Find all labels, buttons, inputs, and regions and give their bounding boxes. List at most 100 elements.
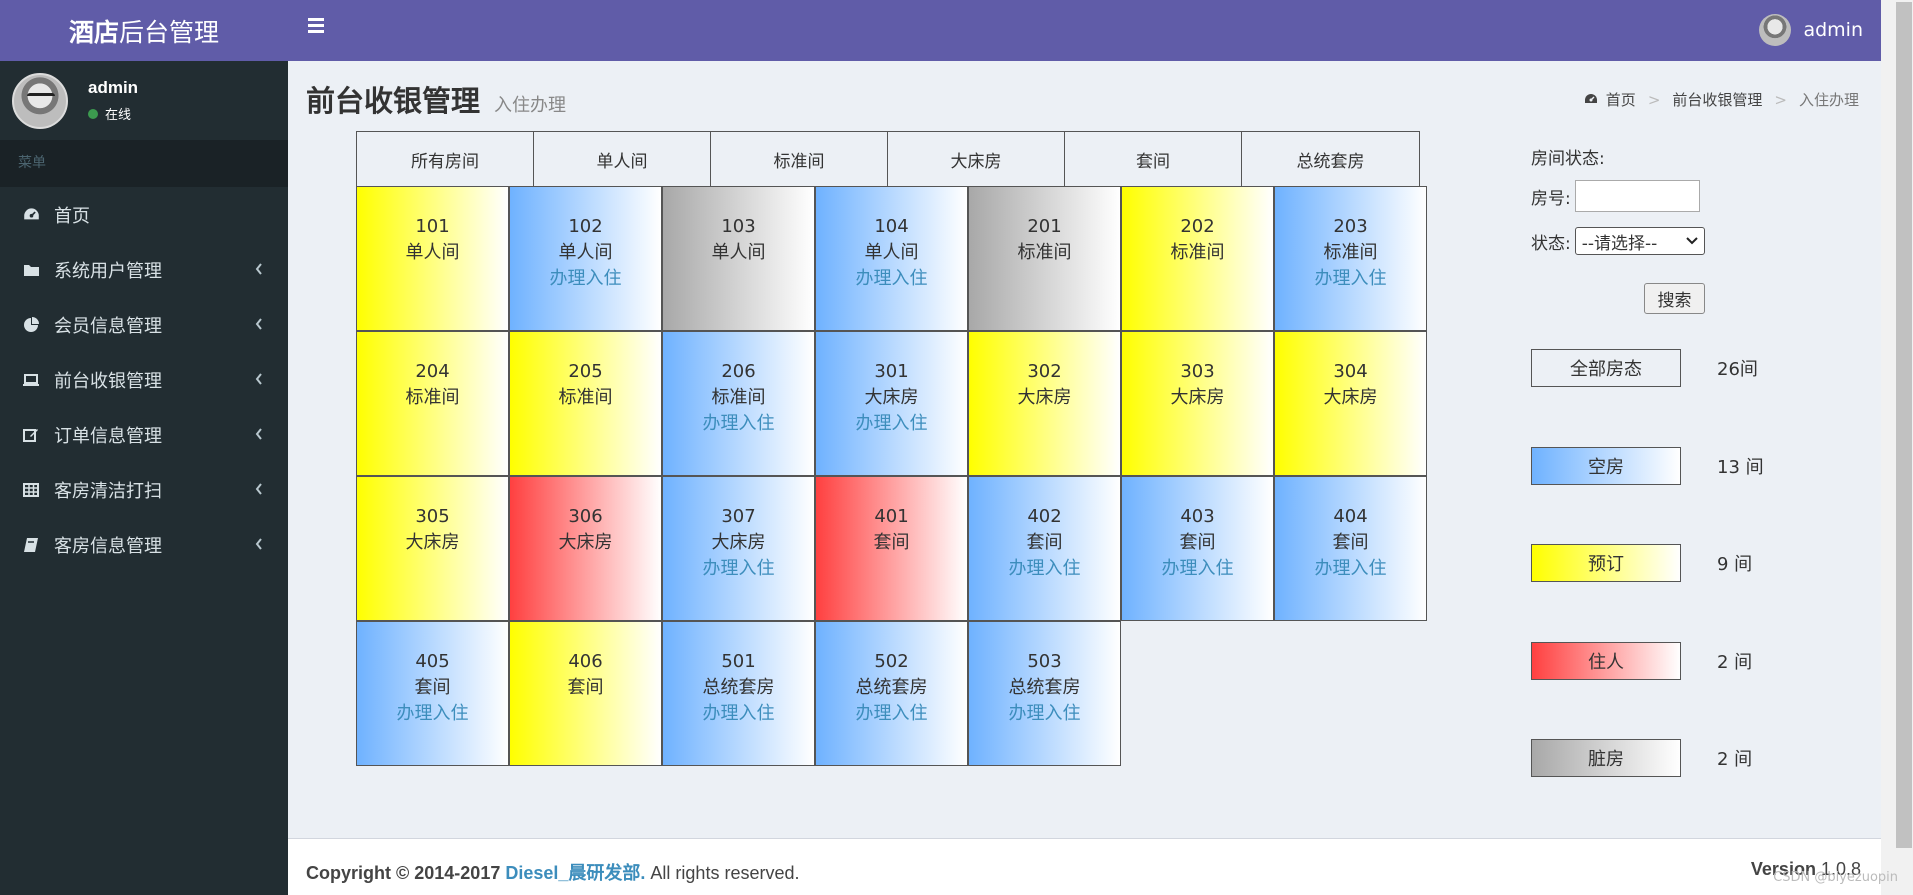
room-card[interactable]: 203 标准间 办理入住 [1274,186,1427,331]
room-type: 标准间 [711,387,766,408]
room-card[interactable]: 406 套间 [509,621,662,766]
search-button[interactable]: 搜索 [1644,283,1705,314]
room-card[interactable]: 404 套间 办理入住 [1274,476,1427,621]
status-select-value: --请选择-- [1581,233,1658,254]
check-in-link[interactable]: 办理入住 [1275,266,1426,292]
room-number: 203 [1333,216,1368,237]
room-number-input[interactable] [1574,180,1700,212]
check-in-link[interactable]: 办理入住 [663,411,814,437]
room-number: 406 [568,651,603,672]
legend-button-dirty[interactable]: 脏房 [1531,739,1681,777]
tab-0[interactable]: 所有房间 [357,132,534,187]
room-type: 标准间 [558,387,613,408]
check-in-link[interactable]: 办理入住 [510,266,661,292]
room-card[interactable]: 301 大床房 办理入住 [815,331,968,476]
tab-3[interactable]: 大床房 [888,132,1065,187]
room-card[interactable]: 303 大床房 [1121,331,1274,476]
legend-item-dirty: 脏房 2 间 [1531,739,1752,777]
room-card[interactable]: 205 标准间 [509,331,662,476]
sidebar-item-1[interactable]: 系统用户管理 [0,242,288,297]
room-card[interactable]: 102 单人间 办理入住 [509,186,662,331]
room-number: 501 [721,651,756,672]
room-number: 104 [874,216,909,237]
room-number: 204 [415,361,450,382]
legend-count: 26间 [1717,359,1758,380]
check-in-link[interactable]: 办理入住 [663,556,814,582]
legend-button-empty[interactable]: 空房 [1531,447,1681,485]
room-card[interactable]: 202 标准间 [1121,186,1274,331]
sidebar-item-3[interactable]: 前台收银管理 [0,352,288,407]
scrollbar-thumb[interactable] [1896,2,1912,848]
room-type: 套间 [414,677,451,698]
page-scrollbar[interactable] [1881,0,1913,895]
room-number: 403 [1180,506,1215,527]
copyright-prefix: Copyright © 2014-2017 [306,863,501,883]
room-card[interactable]: 405 套间 办理入住 [356,621,509,766]
check-in-link[interactable]: 办理入住 [357,701,508,727]
room-card[interactable]: 204 标准间 [356,331,509,476]
room-card[interactable]: 502 总统套房办理入住 [815,621,968,766]
sidebar-item-0[interactable]: 首页 [0,187,288,242]
room-type: 大床房 [1170,387,1225,408]
room-type: 总统套房 [855,677,928,698]
check-in-link[interactable]: 办理入住 [969,701,1120,727]
room-card[interactable]: 503 总统套房 办理入住 [968,621,1121,766]
tab-2[interactable]: 标准间 [711,132,888,187]
check-in-link[interactable]: 办理入住 [969,556,1120,582]
chevron-down-icon [1686,237,1698,245]
breadcrumb: 首页 > 前台收银管理 > 入住办理 [1584,89,1859,110]
room-type: 套间 [1179,532,1216,553]
room-number: 201 [1027,216,1062,237]
room-number: 206 [721,361,756,382]
check-in-link[interactable]: 办理入住 [816,411,967,437]
room-card[interactable]: 401 套间 [815,476,968,621]
legend-button-occupied[interactable]: 住人 [1531,642,1681,680]
logo-bold-text: 酒店 [68,17,119,47]
room-card[interactable]: 101 单人间 [356,186,509,331]
sidebar-item-5[interactable]: 客房清洁打扫 [0,462,288,517]
sidebar-item-4[interactable]: 订单信息管理 [0,407,288,462]
tab-5[interactable]: 总统套房 [1242,132,1419,187]
check-in-link[interactable]: 办理入住 [816,266,967,292]
folder-icon [22,261,40,279]
app-logo[interactable]: 酒店 后台管理 [0,0,288,61]
room-card[interactable]: 403 套间办理入住 [1121,476,1274,621]
top-user-menu[interactable]: admin [1759,14,1863,46]
filter-section-label: 房间状态: [1531,149,1605,169]
sidebar-item-2[interactable]: 会员信息管理 [0,297,288,352]
room-type: 套间 [1332,532,1369,553]
breadcrumb-home[interactable]: 首页 [1606,89,1636,110]
room-card[interactable]: 402 套间 办理入住 [968,476,1121,621]
room-card[interactable]: 201 标准间 [968,186,1121,331]
tab-4[interactable]: 套间 [1065,132,1242,187]
room-card[interactable]: 104 单人间 办理入住 [815,186,968,331]
room-card[interactable]: 307 大床房 办理入住 [662,476,815,621]
room-card[interactable]: 302 大床房 [968,331,1121,476]
dashboard-icon [1584,91,1598,109]
sidebar-item-6[interactable]: 客房信息管理 [0,517,288,572]
brand-link[interactable]: Diesel_晨研发部. [505,863,645,883]
check-in-link[interactable]: 办理入住 [816,701,967,727]
tab-1[interactable]: 单人间 [534,132,711,187]
room-card[interactable]: 305 大床房 [356,476,509,621]
sidebar-toggle-icon[interactable] [308,18,328,38]
room-type: 标准间 [405,387,460,408]
room-number: 502 [874,651,909,672]
legend-count: 9 间 [1717,554,1753,575]
check-in-link[interactable]: 办理入住 [1275,556,1426,582]
watermark: CSDN @biyezuopin [1773,870,1898,885]
check-in-link[interactable]: 办理入住 [1122,556,1273,582]
legend-button-reserved[interactable]: 预订 [1531,544,1681,582]
room-type: 标准间 [1170,242,1225,263]
room-card[interactable]: 501 总统套房 办理入住 [662,621,815,766]
check-in-link[interactable]: 办理入住 [663,701,814,727]
breadcrumb-section[interactable]: 前台收银管理 [1672,89,1762,110]
room-card[interactable]: 103 单人间 [662,186,815,331]
legend-button-all[interactable]: 全部房态 [1531,349,1681,387]
room-card[interactable]: 306 大床房 [509,476,662,621]
status-select[interactable]: --请选择-- [1574,227,1705,255]
rights-text: All rights reserved. [650,863,800,883]
sidebar-item-label: 会员信息管理 [54,315,162,337]
room-card[interactable]: 206 标准间办理入住 [662,331,815,476]
room-card[interactable]: 304 大床房 [1274,331,1427,476]
